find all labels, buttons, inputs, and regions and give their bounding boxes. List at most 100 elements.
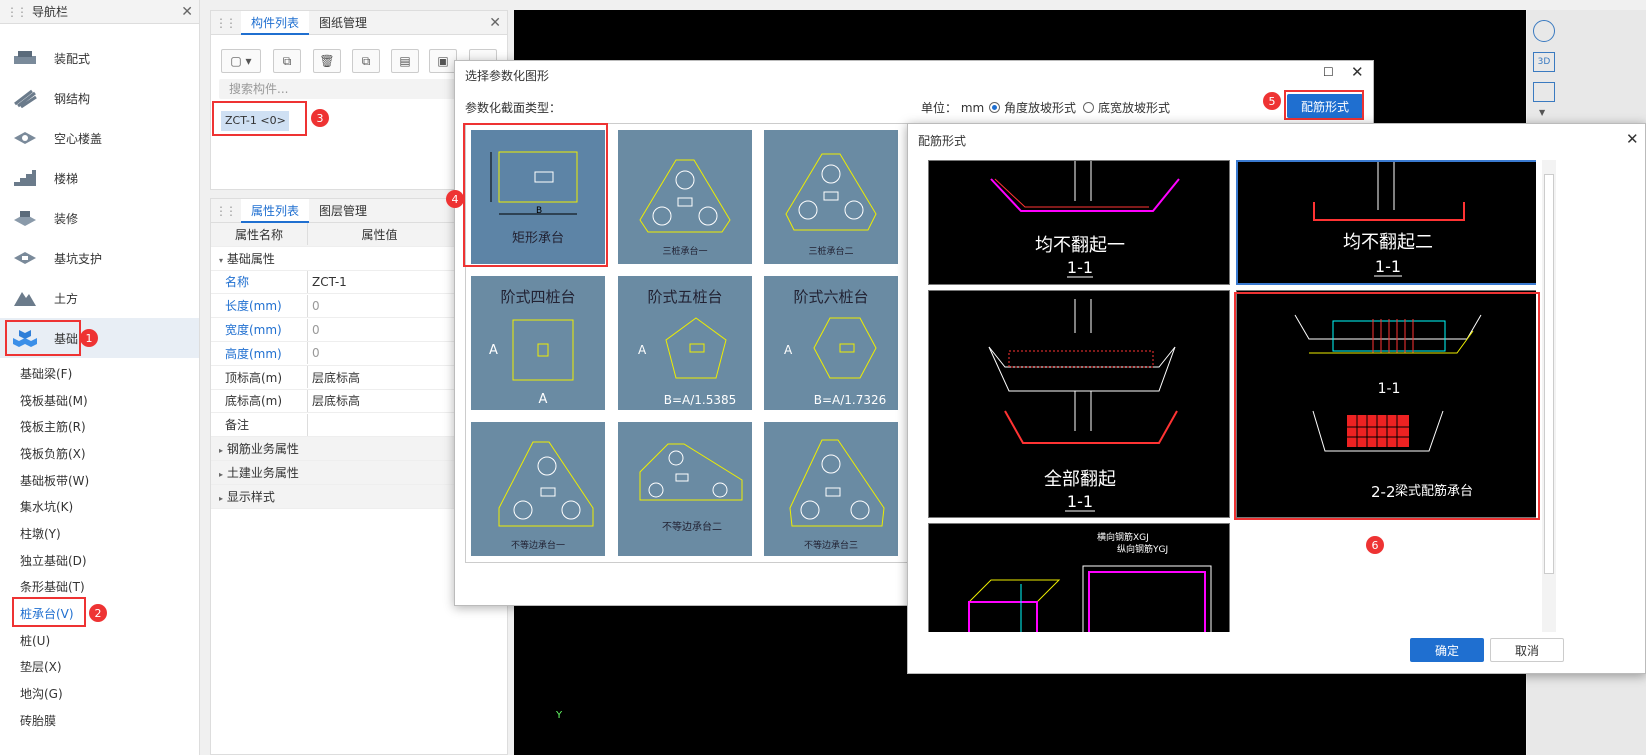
- expand-icon[interactable]: ▸: [219, 494, 223, 503]
- nav-item-raft-main-rebar[interactable]: 筏板主筋(R): [0, 413, 199, 440]
- copy-button[interactable]: ⧉: [273, 49, 301, 73]
- highlight-box: [1234, 292, 1540, 520]
- shape-tile-three-pile-1[interactable]: 三桩承台一: [618, 130, 752, 264]
- radio-icon[interactable]: [1083, 102, 1094, 113]
- nav-category-stairs[interactable]: 楼梯: [0, 158, 199, 198]
- nav-category-label: 基坑支护: [54, 251, 103, 266]
- group-label: 土建业务属性: [226, 465, 299, 480]
- tile-label: 不等边承台二: [662, 520, 722, 533]
- tile-label: 不等边承台三: [804, 539, 858, 551]
- dialog-title: 选择参数化图形: [465, 69, 550, 83]
- expand-icon[interactable]: ▸: [219, 470, 223, 479]
- vertical-scrollbar[interactable]: [1542, 160, 1556, 632]
- shape-tile-stepped-five[interactable]: 阶式五桩台 A B=A/1.5385: [618, 276, 752, 410]
- nav-item-foundation-strip[interactable]: 基础板带(W): [0, 467, 199, 494]
- nav-item-isolated-footing[interactable]: 独立基础(D): [0, 547, 199, 574]
- section-type-label: 参数化截面类型：: [465, 101, 562, 115]
- grip-icon[interactable]: ⋮⋮: [215, 204, 237, 218]
- nav-category-label: 楼梯: [54, 171, 79, 186]
- nav-item-trench[interactable]: 地沟(G): [0, 680, 199, 707]
- nav-category-earthwork[interactable]: 土方: [0, 278, 199, 318]
- shape-tile-unequal-3[interactable]: 不等边承台三: [764, 422, 898, 556]
- tile-label: 阶式四桩台: [500, 288, 575, 306]
- tab-component-list[interactable]: 构件列表: [241, 10, 310, 35]
- grip-icon[interactable]: ⋮⋮: [215, 16, 237, 30]
- nav-category-assembly[interactable]: 装配式: [0, 38, 199, 78]
- shape-tile-stepped-six[interactable]: 阶式六桩台 A B=A/1.7326: [764, 276, 898, 410]
- group-label: 显示样式: [226, 489, 275, 504]
- delete-icon[interactable]: 🗑: [313, 49, 341, 73]
- cube-view-icon[interactable]: [1533, 82, 1555, 102]
- radio-label: 角度放坡形式: [1004, 101, 1077, 115]
- cancel-button[interactable]: 取消: [1490, 638, 1564, 662]
- shape-tile-unequal-1[interactable]: 不等边承台一: [471, 422, 605, 556]
- step-badge: 3: [311, 109, 329, 127]
- close-icon[interactable]: ✕: [1626, 130, 1639, 148]
- tile-label: 均不翻起一: [1035, 235, 1125, 256]
- tab-drawing-management[interactable]: 图纸管理: [309, 11, 377, 35]
- search-input[interactable]: 搜索构件...: [219, 79, 459, 99]
- shape-tile-stepped-four[interactable]: 阶式四桩台 A A: [471, 276, 605, 410]
- rebar-tile-no-bend-2[interactable]: 均不翻起二 1-1: [1236, 160, 1536, 285]
- nav-item-column-pier[interactable]: 柱墩(Y): [0, 520, 199, 547]
- svg-text:A: A: [638, 343, 647, 357]
- tile-label: 不等边承台一: [511, 539, 565, 551]
- nav-item-cushion[interactable]: 垫层(X): [0, 654, 199, 681]
- nav-category-label: 钢结构: [54, 91, 91, 106]
- shape-tile-three-pile-2[interactable]: 三桩承台二: [764, 130, 898, 264]
- nav-item-sump[interactable]: 集水坑(K): [0, 493, 199, 520]
- collapse-icon[interactable]: ▾: [219, 256, 223, 265]
- nav-item-foundation-beam[interactable]: 基础梁(F): [0, 360, 199, 387]
- radio-width-slope[interactable]: 底宽放坡形式: [1083, 99, 1170, 116]
- layer-copy-button[interactable]: ▤: [391, 49, 419, 73]
- column-header: 属性名称: [235, 227, 284, 242]
- close-icon[interactable]: ✕: [181, 4, 193, 20]
- nav-category-steel[interactable]: 钢结构: [0, 78, 199, 118]
- nav-item-raft-neg-rebar[interactable]: 筏板负筋(X): [0, 440, 199, 467]
- step-badge: 5: [1263, 92, 1281, 110]
- tile-label: 三桩承台二: [808, 245, 853, 257]
- import-button[interactable]: ▣: [429, 49, 457, 73]
- scrollbar-thumb[interactable]: [1544, 174, 1554, 574]
- dialog-title: 配筋形式: [918, 134, 967, 148]
- rebar-tile-all-bend[interactable]: 全部翻起 1-1: [928, 290, 1230, 518]
- duplicate-button[interactable]: ⧉: [352, 49, 380, 73]
- orbit-icon[interactable]: [1533, 20, 1555, 42]
- highlight-box: [12, 597, 86, 627]
- tile-label: 阶式五桩台: [647, 288, 722, 306]
- chevron-down-icon[interactable]: ▼: [1539, 108, 1545, 117]
- radio-icon[interactable]: [989, 102, 1000, 113]
- nav-category-label: 装配式: [54, 51, 91, 66]
- maximize-icon[interactable]: ☐: [1323, 65, 1334, 79]
- group-label: 基础属性: [226, 251, 275, 266]
- close-icon[interactable]: ✕: [1351, 63, 1364, 81]
- component-panel-header: ⋮⋮ 构件列表 图纸管理 ✕: [211, 10, 507, 35]
- nav-category-pit-support[interactable]: 基坑支护: [0, 238, 199, 278]
- nav-category-hollow-floor[interactable]: 空心楼盖: [0, 118, 199, 158]
- highlight-box: [463, 123, 608, 267]
- section-label: 1-1: [1375, 257, 1401, 276]
- rebar-tile-no-bend-1[interactable]: 均不翻起一 1-1: [928, 160, 1230, 285]
- close-icon[interactable]: ✕: [489, 15, 501, 31]
- attribute-name: 备注: [225, 418, 250, 433]
- expand-icon[interactable]: ▸: [219, 446, 223, 455]
- rebar-tile-mesh[interactable]: 横向钢筋XGJ 纵向钢筋YGJ: [928, 523, 1230, 632]
- tab-layer-management[interactable]: 图层管理: [309, 199, 377, 223]
- new-button[interactable]: ▢ ▾: [221, 49, 261, 73]
- nav-item-brick-form[interactable]: 砖胎膜: [0, 707, 199, 734]
- tab-attribute-list[interactable]: 属性列表: [241, 198, 310, 223]
- shape-tile-unequal-2[interactable]: 不等边承台二: [618, 422, 752, 556]
- attribute-name: 底标高(m): [225, 394, 283, 409]
- ok-button[interactable]: 确定: [1410, 638, 1484, 662]
- grip-icon[interactable]: ⋮⋮: [6, 5, 28, 19]
- dim-label: B=A/1.5385: [664, 393, 737, 407]
- nav-item-raft[interactable]: 筏板基础(M): [0, 387, 199, 414]
- radio-angle-slope[interactable]: 角度放坡形式: [989, 99, 1076, 116]
- nav-category-decoration[interactable]: 装修: [0, 198, 199, 238]
- 3d-view-icon[interactable]: 3D: [1533, 52, 1555, 72]
- nav-category-label: 空心楼盖: [54, 131, 103, 146]
- nav-category-label: 装修: [54, 211, 79, 226]
- unit-label: 单位： mm: [921, 99, 984, 116]
- nav-item-pile[interactable]: 桩(U): [0, 627, 199, 654]
- section-label: 1-1: [1067, 492, 1093, 511]
